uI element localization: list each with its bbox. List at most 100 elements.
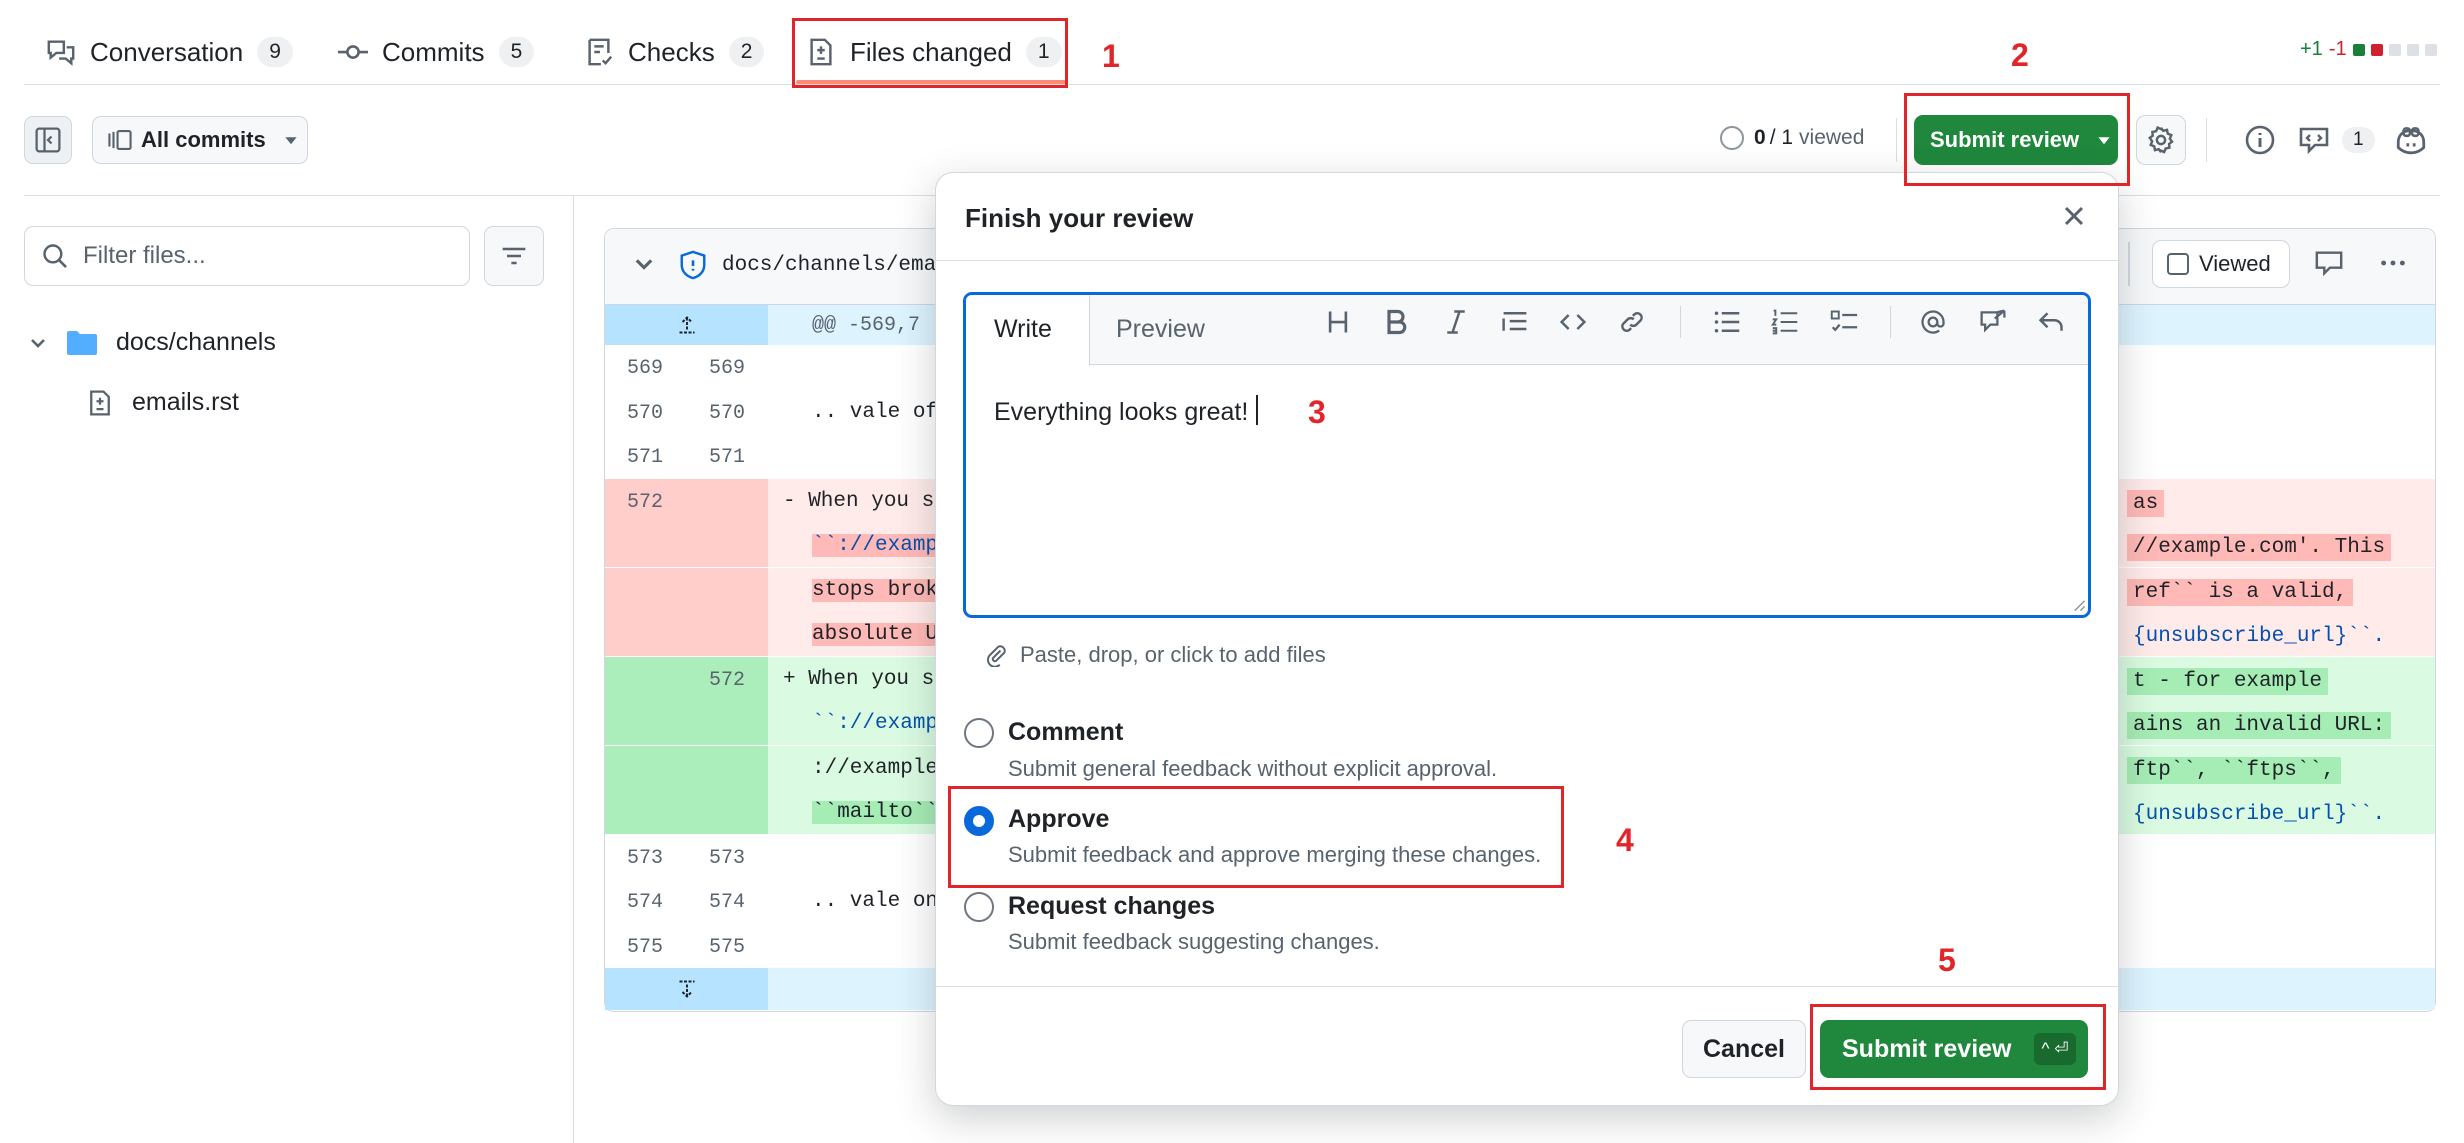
annotation-number-1: 1	[1102, 38, 1120, 74]
new-line-number[interactable]: 571	[687, 446, 767, 469]
old-line-number[interactable]: 575	[605, 936, 685, 959]
old-line-number[interactable]: 573	[605, 847, 685, 870]
chevron-down-icon	[31, 338, 45, 348]
close-dialog-button[interactable]	[2058, 200, 2090, 232]
hunk-header-text: @@ -569,7	[812, 314, 921, 337]
new-line-number[interactable]: 575	[687, 936, 767, 959]
reply-icon	[2038, 312, 2063, 331]
link-button[interactable]	[1618, 308, 1646, 336]
tree-file-emails-rst[interactable]: emails.rst	[86, 388, 239, 417]
file-diff-icon	[90, 389, 110, 416]
tab-preview[interactable]: Preview	[1116, 315, 1205, 344]
diff-gutter	[605, 701, 768, 745]
security-shield-icon	[678, 250, 708, 280]
heading-button[interactable]	[1324, 308, 1352, 336]
diff-code-left: .. vale on	[812, 890, 939, 913]
italic-button[interactable]	[1442, 308, 1470, 336]
diff-code-right: {unsubscribe_url}``.	[2133, 803, 2386, 826]
diff-settings-button[interactable]	[2136, 115, 2186, 165]
code-button[interactable]	[1558, 308, 1588, 336]
attach-files-area[interactable]: Paste, drop, or click to add files	[984, 642, 1326, 668]
diff-code-left: stops brok	[812, 578, 939, 602]
conversation-icon	[47, 40, 75, 66]
file-comment-button[interactable]	[2314, 248, 2344, 278]
diff-code-right: {unsubscribe_url}``.	[2133, 625, 2386, 648]
info-button[interactable]	[2244, 124, 2276, 156]
file-more-options-button[interactable]	[2376, 248, 2410, 278]
review-comments-button[interactable]: 1	[2298, 124, 2375, 156]
old-line-number[interactable]: 569	[605, 357, 685, 380]
cancel-label: Cancel	[1703, 1034, 1785, 1063]
viewed-checkbox[interactable]	[2167, 253, 2189, 275]
tab-conversation[interactable]: Conversation 9	[46, 20, 293, 84]
new-line-number[interactable]: 573	[687, 847, 767, 870]
old-line-number[interactable]: 574	[605, 891, 685, 914]
comment-discussion-icon	[2299, 127, 2329, 155]
toolbar-separator	[1680, 306, 1681, 338]
option-request-changes-desc: Submit feedback suggesting changes.	[1008, 929, 1380, 954]
unordered-list-button[interactable]	[1712, 308, 1742, 336]
annotation-number-5: 5	[1938, 942, 1956, 978]
folder-icon	[67, 330, 97, 355]
annotation-box-5	[1810, 1004, 2106, 1090]
tree-file-label: emails.rst	[132, 388, 239, 416]
undo-button[interactable]	[2036, 308, 2066, 336]
tree-folder-label: docs/channels	[116, 328, 276, 356]
code-icon	[1559, 314, 1587, 330]
mention-icon	[1921, 310, 1945, 334]
diff-code-left: ://example	[812, 756, 939, 780]
quote-button[interactable]	[1500, 308, 1530, 336]
link-icon	[1621, 312, 1643, 332]
option-request-changes-label: Request changes	[1008, 892, 1216, 920]
old-line-number[interactable]: 572	[605, 491, 685, 514]
option-comment-desc: Submit general feedback without explicit…	[1008, 756, 1498, 781]
copilot-button[interactable]	[2394, 122, 2428, 156]
quote-icon	[1502, 312, 1527, 331]
diffstat-added: +1	[2300, 38, 2323, 60]
viewed-progress: 0 / 1 viewed	[1720, 126, 1864, 150]
resize-handle-icon[interactable]	[2072, 598, 2086, 612]
all-commits-label: All commits	[141, 127, 266, 152]
task-list-button[interactable]	[1828, 308, 1860, 336]
diff-code-right: ains an invalid URL:	[2127, 712, 2392, 739]
annotation-number-2: 2	[2011, 37, 2029, 73]
old-line-number[interactable]: 570	[605, 402, 685, 425]
radio-comment[interactable]	[964, 718, 994, 748]
filter-options-button[interactable]	[484, 226, 544, 286]
toolbar-separator	[1890, 306, 1891, 338]
review-body-text[interactable]: Everything looks great!	[994, 398, 1248, 427]
tab-checks[interactable]: Checks 2	[584, 20, 765, 84]
new-line-number[interactable]: 569	[687, 357, 767, 380]
dialog-header-divider	[936, 260, 2118, 261]
collapse-file-button[interactable]	[632, 252, 656, 276]
tab-commits[interactable]: Commits 5	[338, 20, 535, 84]
diffstat-block-neutral	[2388, 43, 2401, 56]
tabs-divider	[24, 84, 2440, 85]
radio-request-changes[interactable]	[964, 892, 994, 922]
new-line-number[interactable]: 570	[687, 402, 767, 425]
heading-icon	[1328, 311, 1348, 333]
new-line-number[interactable]: 574	[687, 891, 767, 914]
old-line-number[interactable]: 571	[605, 446, 685, 469]
viewed-checkbox-button[interactable]: Viewed	[2152, 240, 2290, 288]
checklist-icon	[588, 38, 613, 66]
tab-write[interactable]: Write	[994, 315, 1052, 344]
filter-files-input[interactable]: Filter files...	[24, 226, 470, 286]
new-line-number[interactable]: 572	[687, 669, 767, 692]
tree-folder-docs-channels[interactable]: docs/channels	[28, 328, 276, 357]
diffstat: +1 -1	[2300, 38, 2437, 61]
ordered-list-button[interactable]	[1770, 308, 1800, 336]
cancel-button[interactable]: Cancel	[1682, 1020, 1806, 1078]
cross-reference-icon	[1980, 309, 2006, 333]
reference-button[interactable]	[1978, 308, 2008, 336]
expand-down-button[interactable]	[605, 968, 768, 1010]
mention-button[interactable]	[1918, 308, 1948, 336]
bold-button[interactable]	[1382, 308, 1410, 336]
diff-code-left: ``://examp	[812, 534, 939, 557]
all-commits-dropdown[interactable]: All commits	[92, 116, 308, 164]
bold-icon	[1387, 309, 1407, 335]
expand-up-button[interactable]	[605, 305, 768, 345]
tab-conversation-label: Conversation	[90, 36, 244, 67]
diff-gutter	[605, 567, 768, 612]
toggle-sidebar-button[interactable]	[24, 116, 72, 164]
